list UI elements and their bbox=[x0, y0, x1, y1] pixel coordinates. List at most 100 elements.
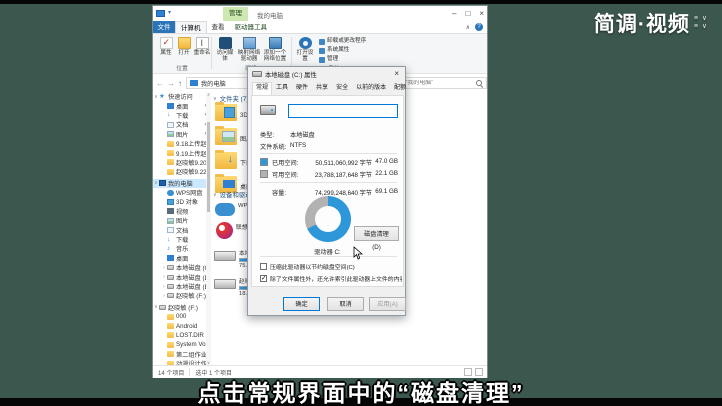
qat-customize-icon[interactable]: ▾ bbox=[168, 9, 171, 17]
tab-file[interactable]: 文件 bbox=[153, 21, 175, 33]
sidebar-item[interactable]: 桌面✦ bbox=[153, 101, 210, 111]
tab-view[interactable]: 查看 bbox=[207, 21, 230, 33]
free-space-swatch bbox=[260, 170, 268, 178]
dialog-tab-3[interactable]: 硬件 bbox=[292, 82, 312, 95]
sidebar-item-label: 下载 bbox=[176, 237, 189, 245]
tab-computer[interactable]: 计算机 bbox=[175, 21, 207, 33]
help-icon[interactable]: ? bbox=[475, 23, 483, 31]
document-icon bbox=[167, 227, 174, 234]
sidebar-item[interactable]: 图片 bbox=[153, 216, 210, 225]
uninstall-program-button[interactable]: 卸载或更改程序 bbox=[319, 38, 366, 45]
volume-label-input[interactable] bbox=[288, 104, 398, 118]
manage-button[interactable]: 管理 bbox=[319, 56, 366, 63]
section-chevron-icon: ∨ bbox=[213, 95, 217, 102]
sidebar-item[interactable]: 000 bbox=[153, 312, 210, 321]
sidebar-item[interactable]: ∨ ★ 快速访问 bbox=[153, 92, 210, 101]
star-icon: ★ bbox=[159, 92, 165, 100]
sidebar-item-label: 赵晓敏 (F:) bbox=[176, 293, 206, 301]
rename-button[interactable]: 重命名 bbox=[192, 37, 212, 56]
sidebar-item[interactable]: 第二组作业 bbox=[153, 350, 210, 359]
dialog-tab-7[interactable]: 配额 bbox=[390, 82, 410, 95]
sidebar-item[interactable]: 3D 对象 bbox=[153, 197, 210, 206]
system-properties-button[interactable]: 系统属性 bbox=[319, 47, 366, 54]
ok-button[interactable]: 确定 bbox=[283, 297, 320, 311]
sidebar-item[interactable]: › 赵晓敏 (F:) bbox=[153, 291, 210, 301]
uninstall-icon bbox=[319, 38, 325, 45]
compress-drive-checkbox[interactable] bbox=[260, 263, 267, 270]
index-contents-checkbox[interactable] bbox=[260, 274, 267, 282]
disk-cleanup-button[interactable]: 磁盘清理(D) bbox=[354, 226, 399, 251]
sidebar-item-label: 文档 bbox=[176, 227, 189, 235]
sidebar-item-label: 赵晓敏 (F:) bbox=[168, 304, 198, 312]
scroll-thumb[interactable] bbox=[207, 122, 210, 212]
minimize-button[interactable]: – bbox=[452, 8, 456, 19]
maximize-button[interactable]: □ bbox=[465, 8, 470, 19]
sidebar-item[interactable]: System Volume… bbox=[153, 340, 210, 349]
compress-drive-checkbox-row[interactable]: 压缩此驱动器以节约磁盘空间(C) bbox=[260, 262, 402, 271]
sidebar-item-label: 桌面 bbox=[176, 255, 189, 263]
sidebar-item[interactable]: 文档✦ bbox=[153, 120, 210, 129]
dialog-tab-4[interactable]: 共享 bbox=[312, 82, 332, 95]
dialog-tab-6[interactable]: 以前的版本 bbox=[352, 82, 390, 95]
sidebar-item[interactable]: 桌面 bbox=[153, 254, 210, 263]
sidebar-item[interactable]: 图片✦ bbox=[153, 130, 210, 139]
forward-icon[interactable]: → bbox=[167, 79, 175, 88]
pictures-icon bbox=[167, 217, 174, 224]
back-icon[interactable]: ← bbox=[156, 79, 164, 88]
sidebar-item[interactable]: 文档 bbox=[153, 225, 210, 235]
sidebar-item[interactable]: ↓下载✦ bbox=[153, 111, 210, 120]
collapse-ribbon-icon[interactable]: ∧ bbox=[466, 24, 470, 31]
apply-button[interactable]: 应用(A) bbox=[369, 297, 406, 311]
dialog-tab-5[interactable]: 安全 bbox=[332, 82, 352, 95]
access-media-button[interactable]: 访问媒体 bbox=[215, 37, 235, 62]
open-button[interactable]: 打开 bbox=[174, 37, 194, 56]
filesystem-label: 文件系统: bbox=[260, 144, 287, 151]
ribbon-tabs: 文件 计算机 查看 驱动器工具 bbox=[153, 21, 487, 34]
computer-icon bbox=[159, 180, 166, 187]
sidebar-item[interactable]: › 本地磁盘 (E:) bbox=[153, 282, 210, 292]
sidebar-item[interactable]: ♪ 音乐 bbox=[153, 244, 210, 253]
sidebar-item[interactable]: 9.19上传赵晓敏 bbox=[153, 148, 210, 158]
sidebar-item[interactable]: 视频 bbox=[153, 207, 210, 216]
used-space-bytes: 50,511,060,992 字节 bbox=[315, 160, 372, 167]
quick-access-toolbar[interactable]: ▾ bbox=[156, 9, 171, 17]
sidebar-item[interactable]: ↓ 下载 bbox=[153, 235, 210, 244]
sidebar-item-label: Android bbox=[176, 322, 198, 330]
lenovo-app-icon bbox=[216, 222, 233, 239]
dialog-close-icon[interactable]: × bbox=[392, 69, 401, 79]
local-disk-icon bbox=[214, 279, 236, 289]
desktop-icon bbox=[167, 103, 174, 110]
tab-drive-tools[interactable]: 驱动器工具 bbox=[230, 21, 273, 33]
media-device-icon bbox=[218, 37, 232, 49]
sidebar-item[interactable]: 赵晓敏9.22 bbox=[153, 167, 210, 176]
document-icon bbox=[167, 121, 174, 128]
channel-logo: 简调·视频 ≡ ∨ ≡ ∨ bbox=[594, 8, 708, 38]
folder-icon bbox=[167, 351, 174, 358]
open-settings-button[interactable]: 打开设置 bbox=[295, 37, 315, 62]
map-network-drive-icon bbox=[242, 37, 256, 49]
this-pc-icon bbox=[156, 9, 165, 17]
sidebar-item[interactable]: › 本地磁盘 (C:) bbox=[153, 263, 210, 273]
free-space-bytes: 23,788,187,648 字节 bbox=[314, 172, 372, 179]
sidebar-item[interactable]: ∨ 赵晓敏 (F:) bbox=[153, 303, 210, 312]
sidebar-item[interactable]: › 本地磁盘 (D:) bbox=[153, 272, 210, 282]
sidebar-item[interactable]: ∨ 我的电脑 bbox=[153, 178, 210, 188]
sidebar-item[interactable]: Android bbox=[153, 321, 210, 330]
close-button[interactable]: × bbox=[479, 8, 484, 19]
sidebar-item[interactable]: 9.18上传赵晓敏 bbox=[153, 139, 210, 148]
cancel-button[interactable]: 取消 bbox=[327, 297, 364, 311]
sidebar-item-label: WPS网盘 bbox=[176, 190, 203, 198]
index-contents-checkbox-row[interactable]: 除了文件属性外，还允许索引此驱动器上文件的内容(I) bbox=[260, 274, 402, 283]
properties-button[interactable]: 属性 bbox=[156, 37, 176, 56]
dialog-tab-1[interactable]: 常规 bbox=[252, 82, 273, 96]
add-network-location-button[interactable]: 添加一个网络位置 bbox=[263, 37, 287, 62]
sidebar-item[interactable]: LOST.DIR bbox=[153, 331, 210, 340]
3d-objects-folder-icon bbox=[215, 102, 237, 121]
sidebar-item[interactable]: WPS网盘 bbox=[153, 188, 210, 197]
dialog-tab-2[interactable]: 工具 bbox=[272, 82, 292, 95]
up-icon[interactable]: ↑ bbox=[178, 79, 182, 88]
map-network-drive-button[interactable]: 映射网络驱动器 bbox=[237, 37, 261, 62]
sidebar-item[interactable]: 赵晓敏9.20 bbox=[153, 158, 210, 167]
ribbon-group-location: 位置 bbox=[176, 66, 188, 72]
sidebar-item-label: 本地磁盘 (D:) bbox=[176, 274, 210, 282]
